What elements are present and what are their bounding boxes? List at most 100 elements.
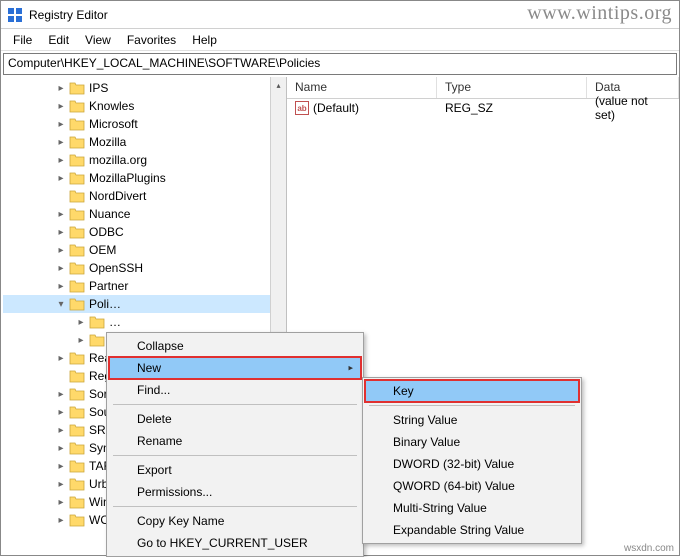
folder-icon	[89, 333, 105, 347]
menu-edit[interactable]: Edit	[40, 31, 77, 49]
chevron-right-icon[interactable]: ▸	[55, 101, 67, 112]
folder-icon	[69, 171, 85, 185]
folder-icon	[69, 405, 85, 419]
tree-item[interactable]: NordDivert	[3, 187, 286, 205]
folder-icon	[69, 279, 85, 293]
tree-item-label: MozillaPlugins	[89, 171, 166, 185]
scroll-up-icon[interactable]: ▴	[271, 77, 286, 93]
chevron-right-icon[interactable]: ▸	[55, 263, 67, 274]
tree-item-label: OpenSSH	[89, 261, 143, 275]
sm-key[interactable]: Key	[365, 380, 579, 402]
chevron-right-icon[interactable]: ▸	[55, 281, 67, 292]
tree-item[interactable]: ▸ Mozilla	[3, 133, 286, 151]
tree-item[interactable]: ▸ MozillaPlugins	[3, 169, 286, 187]
folder-icon	[69, 99, 85, 113]
cm-permissions[interactable]: Permissions...	[109, 481, 361, 503]
chevron-right-icon[interactable]: ▸	[75, 317, 87, 328]
cm-new[interactable]: New ▸	[109, 357, 361, 379]
tree-item[interactable]: ▸Microsoft	[3, 115, 286, 133]
chevron-right-icon[interactable]: ▸	[55, 83, 67, 94]
sm-string[interactable]: String Value	[365, 409, 579, 431]
list-row[interactable]: ab (Default) REG_SZ (value not set)	[287, 99, 679, 117]
tree-item[interactable]: ▸ODBC	[3, 223, 286, 241]
chevron-right-icon[interactable]: ▸	[55, 389, 67, 400]
folder-icon	[69, 387, 85, 401]
tree-item-label: …	[109, 315, 121, 329]
sm-binary[interactable]: Binary Value	[365, 431, 579, 453]
window-title: Registry Editor	[29, 8, 108, 22]
tree-item[interactable]: ▸ OEM	[3, 241, 286, 259]
tree-item-label: mozilla.org	[89, 153, 147, 167]
tree-item-label: Poli…	[89, 297, 121, 311]
tree-item-label: Partner	[89, 279, 128, 293]
sm-multi-string[interactable]: Multi-String Value	[365, 497, 579, 519]
folder-icon	[69, 513, 85, 527]
folder-icon	[69, 351, 85, 365]
tree-item[interactable]: ▸ mozilla.org	[3, 151, 286, 169]
menu-help[interactable]: Help	[184, 31, 225, 49]
folder-icon	[69, 441, 85, 455]
chevron-right-icon[interactable]: ▸	[55, 173, 67, 184]
menubar: File Edit View Favorites Help	[1, 29, 679, 51]
chevron-right-icon[interactable]: ▸	[55, 515, 67, 526]
folder-icon	[69, 243, 85, 257]
chevron-right-icon[interactable]: ▸	[55, 209, 67, 220]
chevron-right-icon[interactable]: ▸	[55, 155, 67, 166]
cm-find[interactable]: Find...	[109, 379, 361, 401]
tree-item[interactable]: ▸ IPS	[3, 79, 286, 97]
tree-item[interactable]: ▸ Partner	[3, 277, 286, 295]
cm-new-label: New	[137, 361, 161, 375]
tree-item[interactable]: ▾ Poli…	[3, 295, 286, 313]
value-name-cell: ab (Default)	[287, 101, 437, 115]
folder-icon	[89, 315, 105, 329]
col-type[interactable]: Type	[437, 77, 587, 98]
chevron-right-icon[interactable]: ▸	[55, 245, 67, 256]
cm-copy-key-name[interactable]: Copy Key Name	[109, 510, 361, 532]
cm-separator	[113, 404, 357, 405]
chevron-down-icon[interactable]: ▾	[55, 299, 67, 310]
tree-item-label: Mozilla	[89, 135, 126, 149]
chevron-right-icon[interactable]: ▸	[55, 425, 67, 436]
menu-favorites[interactable]: Favorites	[119, 31, 184, 49]
tree-item[interactable]: ▸ OpenSSH	[3, 259, 286, 277]
tree-item[interactable]: ▸Nuance	[3, 205, 286, 223]
tree-item-label: IPS	[89, 81, 108, 95]
chevron-right-icon[interactable]: ▸	[55, 497, 67, 508]
cm-collapse[interactable]: Collapse	[109, 335, 361, 357]
folder-icon	[69, 369, 85, 383]
folder-icon	[69, 189, 85, 203]
tree-item[interactable]: ▸Knowles	[3, 97, 286, 115]
string-value-icon: ab	[295, 101, 309, 115]
chevron-right-icon[interactable]: ▸	[55, 227, 67, 238]
menu-file[interactable]: File	[5, 31, 40, 49]
titlebar: Registry Editor	[1, 1, 679, 29]
footer-watermark: wsxdn.com	[624, 543, 674, 554]
sm-qword[interactable]: QWORD (64-bit) Value	[365, 475, 579, 497]
address-bar[interactable]: Computer\HKEY_LOCAL_MACHINE\SOFTWARE\Pol…	[3, 53, 677, 75]
menu-view[interactable]: View	[77, 31, 119, 49]
tree-item[interactable]: ▸…	[3, 313, 286, 331]
chevron-right-icon[interactable]: ▸	[55, 407, 67, 418]
chevron-right-icon[interactable]: ▸	[55, 479, 67, 490]
chevron-right-icon[interactable]: ▸	[55, 353, 67, 364]
chevron-right-icon[interactable]: ▸	[55, 119, 67, 130]
value-type: REG_SZ	[437, 101, 587, 115]
chevron-right-icon[interactable]: ▸	[75, 335, 87, 346]
cm-export[interactable]: Export	[109, 459, 361, 481]
folder-icon	[69, 495, 85, 509]
chevron-right-icon[interactable]: ▸	[55, 461, 67, 472]
folder-icon	[69, 477, 85, 491]
folder-icon	[69, 81, 85, 95]
cm-delete[interactable]: Delete	[109, 408, 361, 430]
cm-separator	[113, 506, 357, 507]
cm-rename[interactable]: Rename	[109, 430, 361, 452]
new-submenu: Key String Value Binary Value DWORD (32-…	[362, 377, 582, 544]
folder-icon	[69, 459, 85, 473]
sm-exp-string[interactable]: Expandable String Value	[365, 519, 579, 541]
cm-go-to-hkcu[interactable]: Go to HKEY_CURRENT_USER	[109, 532, 361, 554]
col-name[interactable]: Name	[287, 77, 437, 98]
sm-dword[interactable]: DWORD (32-bit) Value	[365, 453, 579, 475]
chevron-right-icon[interactable]: ▸	[55, 443, 67, 454]
chevron-right-icon[interactable]: ▸	[55, 137, 67, 148]
tree-item-label: OEM	[89, 243, 116, 257]
